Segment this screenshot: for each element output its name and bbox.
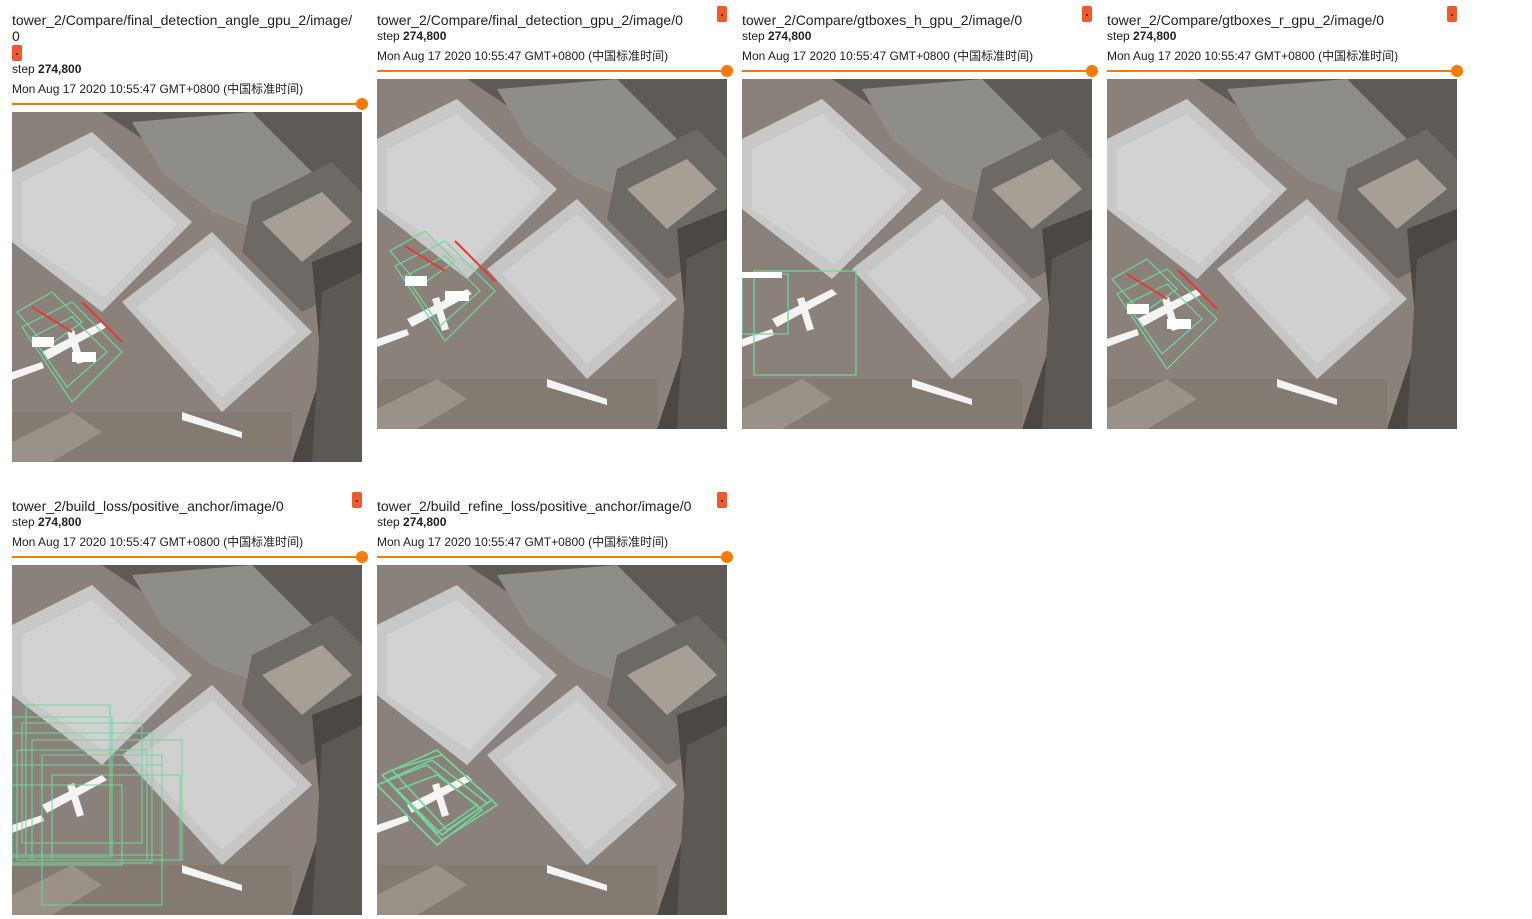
step-slider[interactable] [742,65,1098,77]
image-card-refine-positive-anchor: tower_2/build_refine_loss/positive_ancho… [377,492,733,915]
slider-knob[interactable] [721,65,733,77]
aerial-image-render [742,79,1092,429]
card-title: tower_2/Compare/gtboxes_r_gpu_2/image/0 [1107,12,1385,28]
summary-image [377,565,727,915]
card-title: tower_2/Compare/final_detection_gpu_2/im… [377,12,683,28]
timestamp: Mon Aug 17 2020 10:55:47 GMT+0800 (中国标准时… [377,535,669,549]
image-card-positive-anchor: tower_2/build_loss/positive_anchor/image… [12,492,368,915]
summary-image [12,112,362,462]
slider-knob[interactable] [721,551,733,563]
aerial-image-render [12,565,362,915]
image-card-final-detection: tower_2/Compare/final_detection_gpu_2/im… [377,6,733,429]
expand-image-icon[interactable] [717,492,727,508]
aerial-image-render [377,565,727,915]
expand-image-icon[interactable] [1447,6,1457,22]
card-title: tower_2/Compare/gtboxes_h_gpu_2/image/0 [742,12,1023,28]
expand-image-icon[interactable] [12,45,22,61]
step-readout: step 274,800 [12,515,82,529]
timestamp: Mon Aug 17 2020 10:55:47 GMT+0800 (中国标准时… [377,49,669,63]
image-card-gtboxes-r: tower_2/Compare/gtboxes_r_gpu_2/image/0 … [1107,6,1463,429]
timestamp: Mon Aug 17 2020 10:55:47 GMT+0800 (中国标准时… [12,535,304,549]
slider-knob[interactable] [1451,65,1463,77]
step-slider[interactable] [377,551,733,563]
step-slider[interactable] [377,65,733,77]
card-title: tower_2/build_loss/positive_anchor/image… [12,498,284,514]
slider-knob[interactable] [1086,65,1098,77]
card-title: tower_2/build_refine_loss/positive_ancho… [377,498,692,514]
aerial-image-render [12,112,362,462]
summary-image [1107,79,1457,429]
expand-image-icon[interactable] [352,492,362,508]
step-readout: step 274,800 [377,515,447,529]
summary-image [742,79,1092,429]
timestamp: Mon Aug 17 2020 10:55:47 GMT+0800 (中国标准时… [1107,49,1399,63]
step-readout: step 274,800 [742,29,812,43]
image-card-final-detection-angle: tower_2/Compare/final_detection_angle_gp… [12,12,368,462]
timestamp: Mon Aug 17 2020 10:55:47 GMT+0800 (中国标准时… [742,49,1034,63]
summary-image [12,565,362,915]
step-slider[interactable] [1107,65,1463,77]
card-title: tower_2/Compare/final_detection_angle_gp… [12,12,353,44]
slider-knob[interactable] [356,98,368,110]
expand-image-icon[interactable] [1082,6,1092,22]
aerial-image-render [1107,79,1457,429]
aerial-image-render [377,79,727,429]
timestamp: Mon Aug 17 2020 10:55:47 GMT+0800 (中国标准时… [12,82,304,96]
step-readout: step 274,800 [12,62,82,76]
step-readout: step 274,800 [1107,29,1177,43]
expand-image-icon[interactable] [717,6,727,22]
step-slider[interactable] [12,98,368,110]
image-card-gtboxes-h: tower_2/Compare/gtboxes_h_gpu_2/image/0 … [742,6,1098,429]
step-slider[interactable] [12,551,368,563]
slider-knob[interactable] [356,551,368,563]
summary-image [377,79,727,429]
step-readout: step 274,800 [377,29,447,43]
